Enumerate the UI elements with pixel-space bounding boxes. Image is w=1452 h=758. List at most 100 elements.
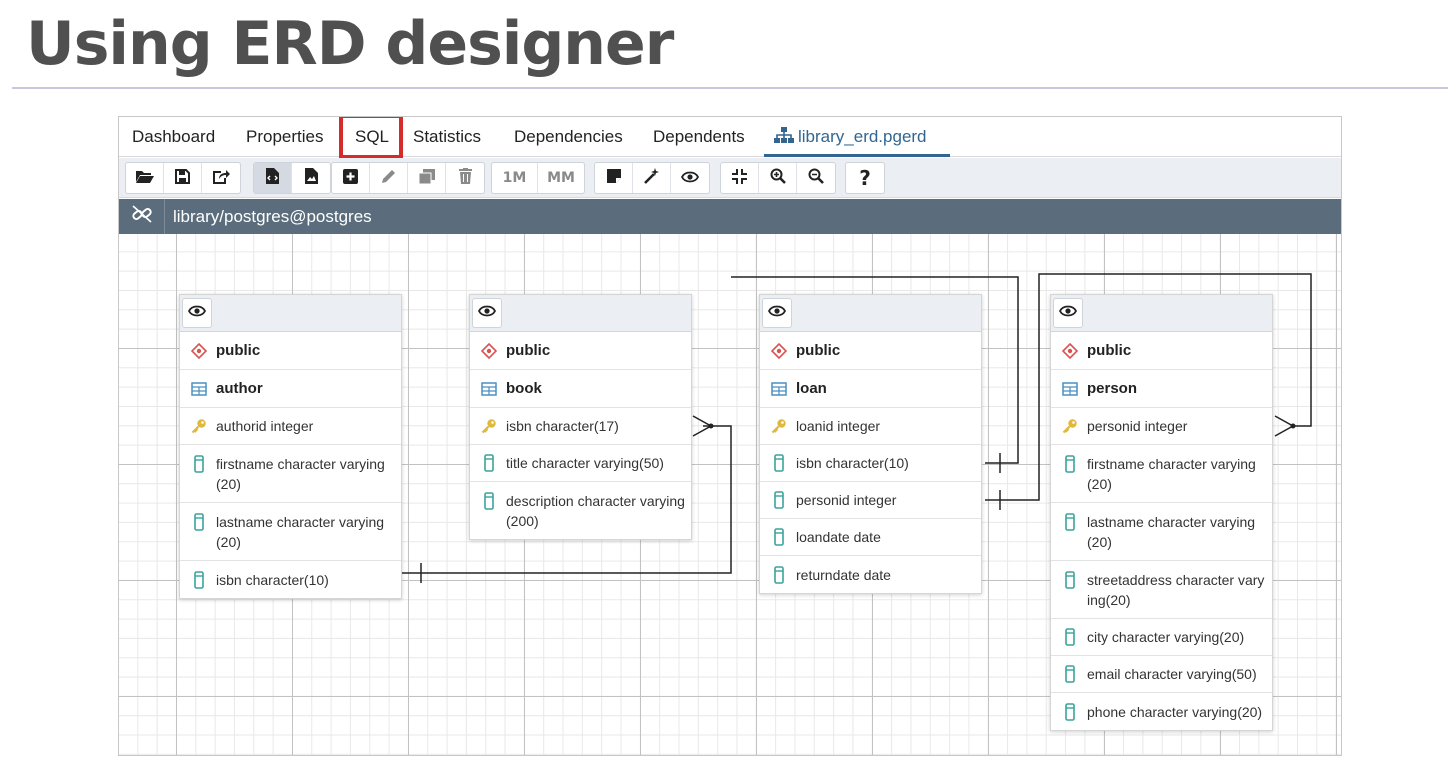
tab-properties[interactable]: Properties	[246, 117, 323, 157]
tab-bar: Dashboard Properties SQL Statistics Depe…	[119, 117, 1341, 159]
sticky-note-icon	[606, 169, 621, 187]
tab-statistics[interactable]: Statistics	[413, 117, 481, 157]
sitemap-icon	[774, 118, 794, 158]
column-row: isbn character(17)	[470, 408, 691, 445]
file-button-group	[125, 162, 241, 194]
tab-sql[interactable]: SQL	[355, 117, 389, 157]
view-button-group	[594, 162, 710, 194]
open-file-button[interactable]	[126, 163, 164, 193]
column-icon	[770, 528, 788, 546]
active-tab-indicator	[764, 154, 950, 157]
save-icon	[175, 168, 190, 188]
table-icon	[190, 380, 208, 398]
schema-icon	[1061, 342, 1079, 360]
folder-open-icon	[135, 169, 154, 187]
zoom-button-group	[720, 162, 836, 194]
column-icon	[1061, 628, 1079, 646]
table-header	[180, 295, 401, 332]
tab-erd[interactable]: library_erd.pgerd	[774, 117, 927, 157]
toggle-details-button[interactable]	[762, 298, 792, 328]
erd-table-loan[interactable]: public loan loanid integer isbn characte…	[759, 294, 982, 594]
primary-key-icon	[1061, 417, 1079, 435]
column-row: loandate date	[760, 519, 981, 556]
column-icon	[1061, 455, 1079, 473]
generate-sql-button[interactable]	[254, 163, 292, 193]
table-header	[470, 295, 691, 332]
zoom-in-button[interactable]	[759, 163, 797, 193]
many-to-many-button[interactable]: MM	[538, 163, 584, 193]
toggle-details-button[interactable]	[182, 298, 212, 328]
column-icon	[1061, 665, 1079, 683]
person-link-many-marker	[1274, 415, 1295, 437]
one-to-many-button[interactable]: 1M	[492, 163, 538, 193]
column-row: authorid integer	[180, 408, 401, 445]
table-icon	[480, 380, 498, 398]
pgadmin-panel: Dashboard Properties SQL Statistics Depe…	[118, 116, 1342, 756]
trash-icon	[458, 168, 472, 188]
toggle-details-button[interactable]	[472, 298, 502, 328]
column-row: city character varying(20)	[1051, 619, 1272, 656]
column-row: lastname character varying (20)	[1051, 503, 1272, 561]
connection-bar: library/postgres@postgres	[119, 199, 1341, 234]
show-details-button[interactable]	[671, 163, 709, 193]
column-icon	[190, 513, 208, 531]
edit-button-group	[331, 162, 485, 194]
add-note-button[interactable]	[595, 163, 633, 193]
column-icon	[770, 565, 788, 584]
export-button[interactable]	[202, 163, 240, 193]
schema-row: public	[1051, 332, 1272, 370]
tab-dependents[interactable]: Dependents	[653, 117, 745, 157]
table-header	[1051, 295, 1272, 332]
tab-dependencies[interactable]: Dependencies	[514, 117, 623, 157]
column-icon	[1061, 702, 1079, 721]
schema-row: public	[760, 332, 981, 370]
column-row: isbn character(10)	[180, 561, 401, 598]
column-row: lastname character varying (20)	[180, 503, 401, 561]
edit-table-button[interactable]	[370, 163, 408, 193]
table-icon	[1061, 380, 1079, 398]
column-icon	[480, 492, 498, 510]
column-row: phone character varying(20)	[1051, 693, 1272, 730]
erd-canvas[interactable]: public author authorid integer firstname…	[119, 234, 1341, 755]
column-icon	[1061, 571, 1079, 589]
zoom-out-button[interactable]	[797, 163, 835, 193]
connection-status-button[interactable]	[119, 199, 165, 234]
erd-table-book[interactable]: public book isbn character(17) title cha…	[469, 294, 692, 540]
link-icon	[131, 204, 153, 229]
clone-icon	[418, 168, 435, 188]
column-row: personid integer	[1051, 408, 1272, 445]
help-button-group: ?	[845, 162, 885, 194]
primary-key-icon	[770, 417, 788, 435]
tab-dashboard[interactable]: Dashboard	[132, 117, 215, 157]
eye-icon	[187, 304, 207, 322]
zoom-in-icon	[770, 168, 786, 188]
pencil-icon	[381, 169, 396, 188]
table-icon	[770, 380, 788, 398]
file-code-icon	[266, 168, 279, 188]
help-button[interactable]: ?	[846, 163, 884, 193]
schema-icon	[770, 342, 788, 360]
erd-table-person[interactable]: public person personid integer firstname…	[1050, 294, 1273, 731]
zoom-to-fit-button[interactable]	[721, 163, 759, 193]
column-icon	[770, 491, 788, 509]
schema-icon	[480, 342, 498, 360]
column-row: isbn character(10)	[760, 445, 981, 482]
delete-button[interactable]	[446, 163, 484, 193]
download-image-button[interactable]	[292, 163, 330, 193]
slide-divider	[12, 87, 1448, 89]
slide-title: Using ERD designer	[26, 9, 674, 79]
erd-toolbar: 1M MM ?	[119, 158, 1341, 198]
save-button[interactable]	[164, 163, 202, 193]
table-header	[760, 295, 981, 332]
toggle-details-button[interactable]	[1053, 298, 1083, 328]
column-row: firstname character varying (20)	[180, 445, 401, 503]
relation-button-group: 1M MM	[491, 162, 585, 194]
auto-align-button[interactable]	[633, 163, 671, 193]
sql-button-group	[253, 162, 331, 194]
schema-icon	[190, 342, 208, 360]
eye-icon	[477, 304, 497, 322]
add-table-button[interactable]	[332, 163, 370, 193]
clone-table-button[interactable]	[408, 163, 446, 193]
erd-table-author[interactable]: public author authorid integer firstname…	[179, 294, 402, 599]
column-icon	[190, 570, 208, 589]
